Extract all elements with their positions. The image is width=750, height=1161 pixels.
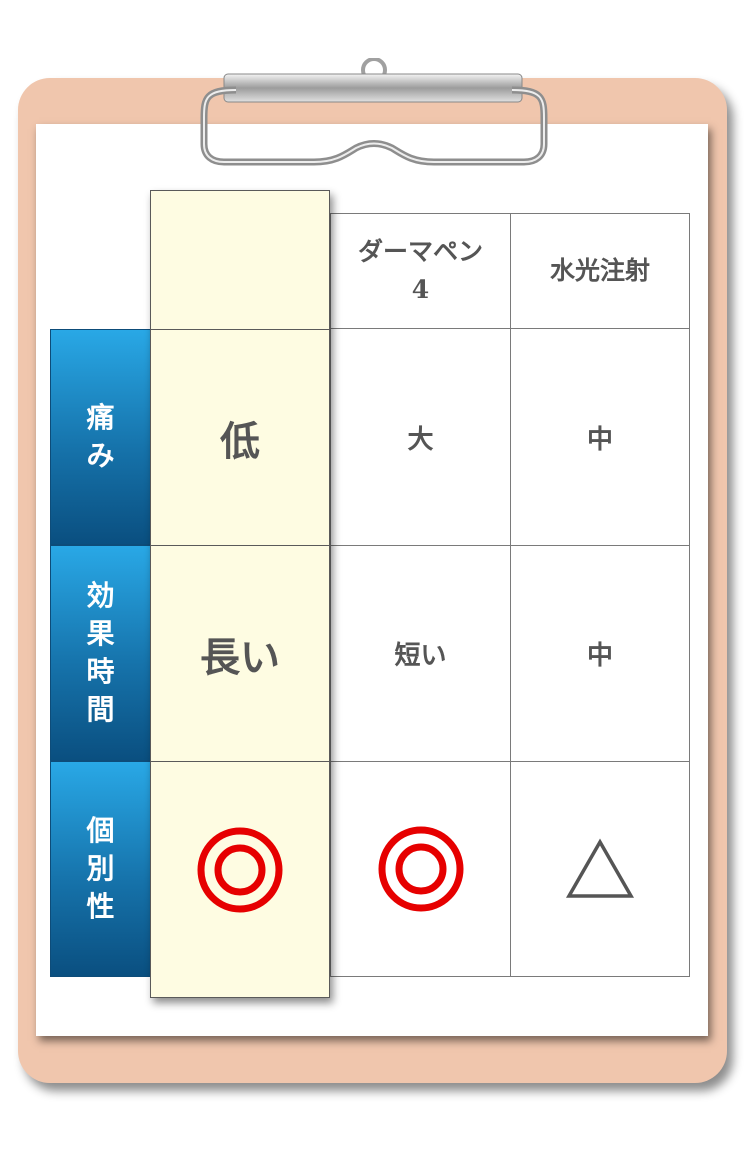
highlight-column: 低 長い xyxy=(150,190,330,998)
table-cell xyxy=(330,761,511,977)
table-cell: 大 xyxy=(330,328,511,546)
cell-text: 大 xyxy=(407,424,434,455)
row-header-pain-label: 痛 み xyxy=(86,401,115,472)
column-header-dermapen: ダーマペン 4 xyxy=(330,213,511,329)
column-header-dermapen-label: ダーマペン 4 xyxy=(357,237,483,304)
cell-text: 中 xyxy=(586,641,613,671)
column-header-mizuhikari-label: 水光注射 xyxy=(549,256,650,285)
clipboard-clip-icon xyxy=(200,58,548,166)
table-cell: 中 xyxy=(510,328,690,546)
triangle-icon xyxy=(565,838,635,898)
cell-text: 短い xyxy=(394,641,447,671)
row-header-individuality-label: 個 別 性 xyxy=(86,814,115,923)
highlight-cell-duration: 長い xyxy=(151,546,329,762)
table-cell xyxy=(510,761,690,977)
table-cell: 中 xyxy=(510,545,690,762)
cell-text: 低 xyxy=(220,417,260,465)
double-circle-icon xyxy=(378,826,463,912)
row-header-pain: 痛 み xyxy=(50,329,151,545)
double-circle-icon xyxy=(197,827,283,913)
cell-text: 中 xyxy=(586,424,613,455)
row-header-duration-label: 効 果 時 間 xyxy=(86,579,115,726)
highlight-cell-pain: 低 xyxy=(151,330,329,546)
table-cell: 短い xyxy=(330,545,511,762)
column-header-mizuhikari: 水光注射 xyxy=(510,213,690,329)
row-header-duration: 効 果 時 間 xyxy=(50,545,151,761)
highlight-header-cell xyxy=(151,191,329,330)
row-header-individuality: 個 別 性 xyxy=(50,761,151,977)
cell-text: 長い xyxy=(200,633,280,681)
highlight-cell-individuality xyxy=(151,762,329,978)
